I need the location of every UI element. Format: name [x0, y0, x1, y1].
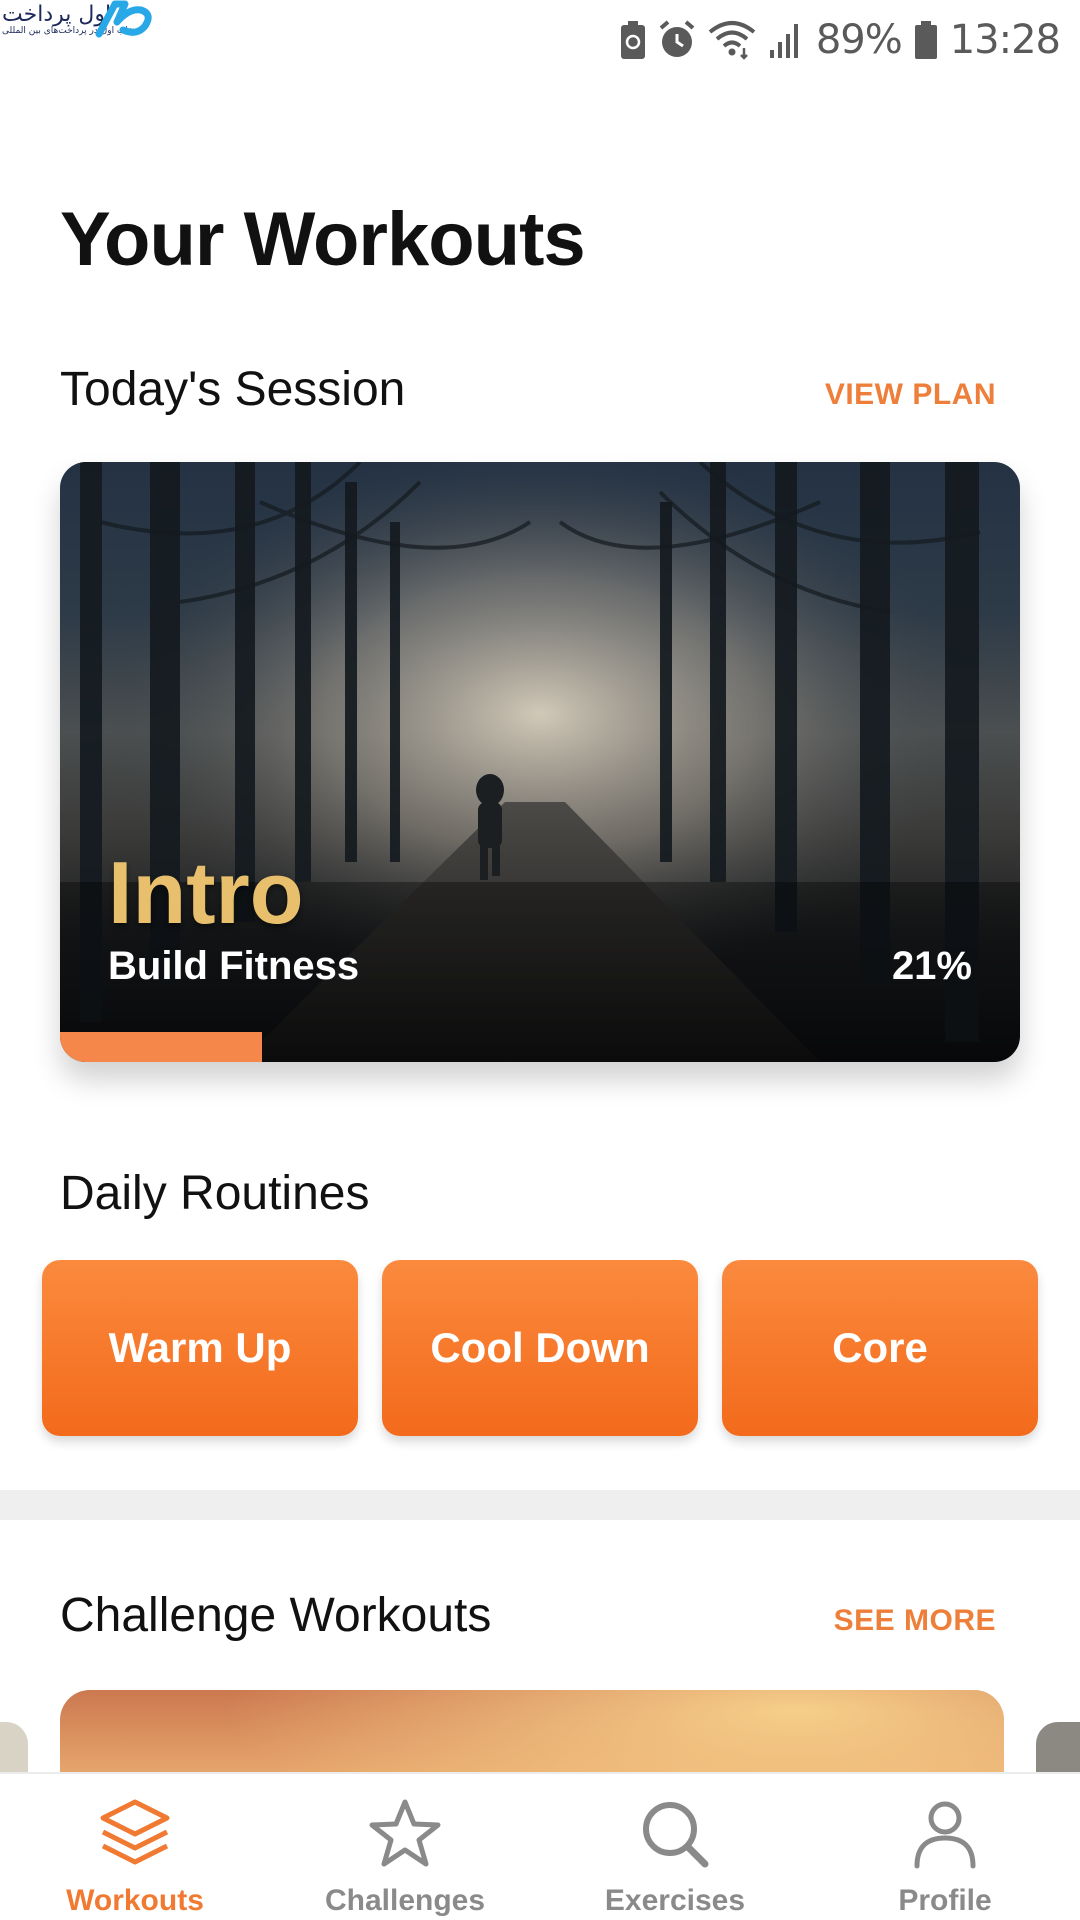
app-logo: اول پرداخت انتخاب اول در پرداخت‌های بین … — [0, 0, 160, 42]
session-progress-label: 21% — [891, 944, 972, 988]
routine-core-button[interactable]: Core — [722, 1260, 1038, 1436]
status-bar: اول پرداخت انتخاب اول در پرداخت‌های بین … — [0, 0, 1080, 80]
nav-profile[interactable]: Profile — [810, 1774, 1080, 1920]
todays-session-card[interactable]: Intro Build Fitness 21% — [60, 462, 1020, 1062]
signal-icon — [769, 24, 798, 58]
nav-exercises-label: Exercises — [604, 1884, 746, 1917]
session-subtitle: Build Fitness — [108, 944, 360, 988]
nav-exercises[interactable]: Exercises — [540, 1774, 810, 1920]
section-divider — [0, 1490, 1080, 1520]
battery-icon — [914, 21, 937, 59]
challenge-workouts-heading: Challenge Workouts — [60, 1589, 492, 1642]
see-more-link[interactable]: SEE MORE — [834, 1604, 996, 1638]
star-icon — [369, 1799, 441, 1867]
clock-time: 13:28 — [949, 17, 1061, 63]
nav-profile-label: Profile — [898, 1884, 992, 1917]
session-progress-bar — [60, 1032, 1020, 1062]
nav-workouts-label: Workouts — [66, 1884, 204, 1917]
session-progress-fill — [60, 1032, 262, 1062]
battery-saver-icon — [620, 21, 645, 59]
search-icon — [643, 1802, 709, 1868]
logo-mark-icon — [95, 0, 152, 38]
session-title: Intro — [108, 843, 304, 942]
routine-warm-up-button[interactable]: Warm Up — [42, 1260, 358, 1436]
daily-routines-list: Warm Up Cool Down Core — [42, 1260, 1038, 1436]
daily-routines-heading: Daily Routines — [60, 1167, 370, 1220]
workouts-screen: اول پرداخت انتخاب اول در پرداخت‌های بین … — [0, 0, 1080, 1920]
todays-session-heading: Today's Session — [60, 363, 406, 416]
page-title: Your Workouts — [60, 197, 586, 282]
routine-cool-down-button[interactable]: Cool Down — [382, 1260, 698, 1436]
battery-percent: 89% — [815, 17, 903, 63]
user-icon — [914, 1801, 976, 1869]
nav-workouts[interactable]: Workouts — [0, 1774, 270, 1920]
nav-challenges[interactable]: Challenges — [270, 1774, 540, 1920]
layers-icon — [100, 1799, 170, 1865]
status-indicators: 89% 13:28 — [620, 10, 1061, 70]
nav-challenges-label: Challenges — [324, 1884, 486, 1917]
view-plan-link[interactable]: VIEW PLAN — [825, 378, 996, 412]
bottom-navigation: Workouts Challenges Exercises Profile — [0, 1772, 1080, 1920]
wifi-icon — [708, 21, 756, 60]
alarm-icon — [659, 20, 695, 57]
